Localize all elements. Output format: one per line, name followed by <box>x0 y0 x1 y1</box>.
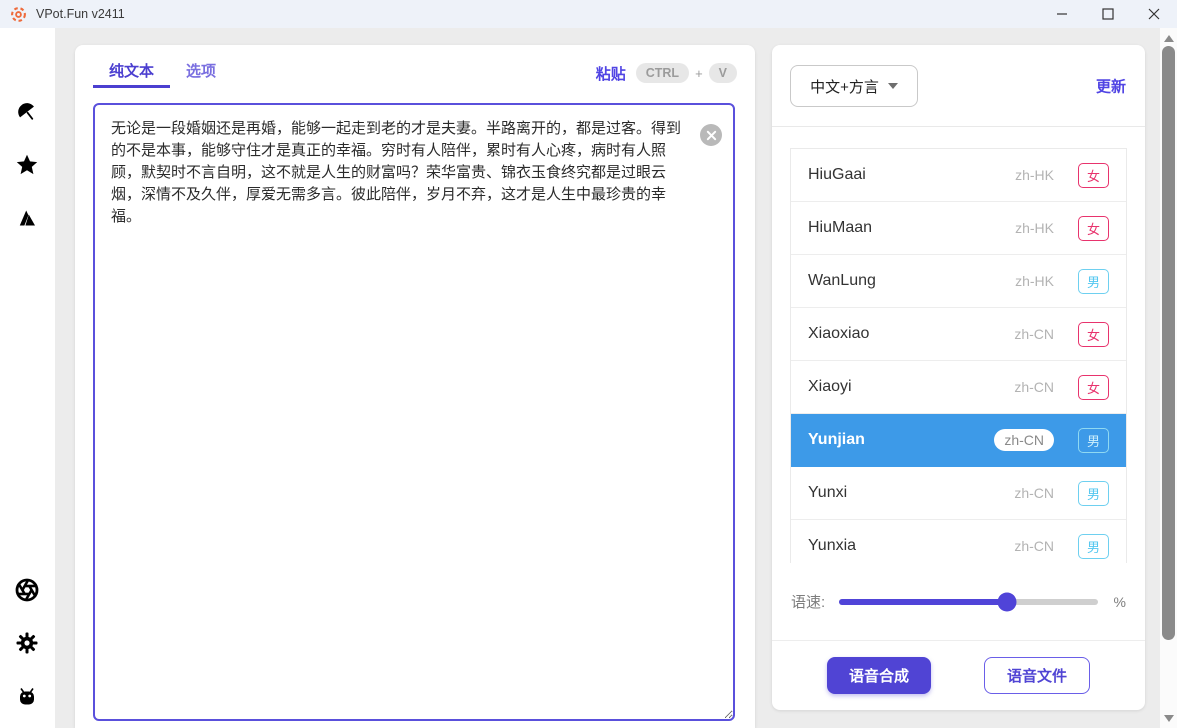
voice-row-hiumaan[interactable]: HiuMaanzh-HK 女 <box>791 202 1126 255</box>
voice-locale: zh-HK <box>1015 167 1054 183</box>
chevron-down-icon <box>888 83 898 89</box>
voice-locale: zh-CN <box>1014 326 1054 342</box>
voice-panel-header: 中文+方言 更新 <box>772 45 1145 127</box>
voice-locale: zh-HK <box>1015 220 1054 236</box>
scrollbar-thumb[interactable] <box>1162 46 1175 640</box>
voice-name: HiuGaai <box>808 166 1015 184</box>
voice-row-xiaoxiao[interactable]: Xiaoxiaozh-CN 女 <box>791 308 1126 361</box>
voice-name: HiuMaan <box>808 219 1015 237</box>
voice-locale: zh-CN <box>1014 485 1054 501</box>
tab-options[interactable]: 选项 <box>170 58 232 88</box>
voice-gender-badge: 男 <box>1078 269 1109 294</box>
voice-locale: zh-CN <box>1014 379 1054 395</box>
voice-file-button[interactable]: 语音文件 <box>984 657 1090 694</box>
voice-gender-badge: 男 <box>1078 481 1109 506</box>
app-logo-icon <box>10 6 27 23</box>
tab-plain-text[interactable]: 纯文本 <box>93 58 170 88</box>
voice-gender-badge: 女 <box>1078 375 1109 400</box>
voice-list: HiuGaaizh-HK女HiuMaanzh-HK女WanLungzh-HK男X… <box>790 148 1127 563</box>
speed-section: 语速: % <box>772 563 1145 640</box>
voice-gender-badge: 女 <box>1078 216 1109 241</box>
umbrella-icon[interactable] <box>15 100 39 124</box>
language-select[interactable]: 中文+方言 <box>790 65 918 107</box>
window-controls <box>1039 0 1177 28</box>
maximize-button[interactable] <box>1085 0 1131 28</box>
voice-gender-badge: 女 <box>1078 163 1109 188</box>
aperture-icon[interactable] <box>15 578 39 602</box>
voice-name: WanLung <box>808 272 1015 290</box>
voice-name: Yunxi <box>808 484 1014 502</box>
voice-row-yunxia[interactable]: Yunxiazh-CN 男 <box>791 520 1126 563</box>
titlebar: VPot.Fun v2411 <box>0 0 1177 28</box>
voice-gender-badge: 男 <box>1078 428 1109 453</box>
window-scrollbar[interactable] <box>1160 28 1177 728</box>
speed-slider-fill <box>839 599 1007 605</box>
speed-slider-thumb[interactable] <box>998 592 1017 611</box>
sidebar <box>0 28 55 728</box>
voice-row-yunjian[interactable]: Yunjianzh-CN 男 <box>791 414 1126 467</box>
voice-row-xiaoyi[interactable]: Xiaoyizh-CN 女 <box>791 361 1126 414</box>
speed-label: 语速: <box>791 591 825 612</box>
voice-locale: zh-CN <box>1014 538 1054 554</box>
text-input[interactable]: 无论是一段婚姻还是再婚，能够一起走到老的才是夫妻。半路离开的，都是过客。得到的不… <box>93 103 735 721</box>
main-region: 纯文本 选项 粘贴 CTRL + V 无论是一段婚姻还是再婚，能够一起走到老的才… <box>55 28 1177 728</box>
voice-name: Xiaoxiao <box>808 325 1014 343</box>
scrollbar-up-arrow[interactable] <box>1160 30 1177 46</box>
ctrl-key-pill: CTRL <box>636 63 689 83</box>
minimize-button[interactable] <box>1039 0 1085 28</box>
app-body: 纯文本 选项 粘贴 CTRL + V 无论是一段婚姻还是再婚，能够一起走到老的才… <box>0 28 1177 728</box>
language-select-value: 中文+方言 <box>810 76 879 97</box>
action-buttons: 语音合成 语音文件 <box>772 640 1145 710</box>
voice-gender-badge: 女 <box>1078 322 1109 347</box>
paste-hint: 粘贴 CTRL + V <box>596 58 737 88</box>
plus-sign: + <box>695 66 703 81</box>
speed-slider[interactable] <box>839 599 1097 605</box>
voice-panel: 中文+方言 更新 HiuGaaizh-HK女HiuMaanzh-HK女WanLu… <box>772 45 1145 710</box>
refresh-link[interactable]: 更新 <box>1096 75 1126 96</box>
window-title: VPot.Fun v2411 <box>36 7 125 21</box>
paste-label[interactable]: 粘贴 <box>596 63 626 84</box>
robot-icon[interactable] <box>15 684 39 708</box>
voice-name: Yunxia <box>808 537 1014 555</box>
gear-icon[interactable] <box>15 631 39 655</box>
close-button[interactable] <box>1131 0 1177 28</box>
voice-name: Xiaoyi <box>808 378 1014 396</box>
editor-wrapper: 无论是一段婚姻还是再婚，能够一起走到老的才是夫妻。半路离开的，都是过客。得到的不… <box>93 103 735 721</box>
voice-gender-badge: 男 <box>1078 534 1109 559</box>
voice-row-wanlung[interactable]: WanLungzh-HK 男 <box>791 255 1126 308</box>
speed-unit: % <box>1114 594 1126 610</box>
voice-row-hiugaai[interactable]: HiuGaaizh-HK 女 <box>791 149 1126 202</box>
voice-row-yunxi[interactable]: Yunxizh-CN 男 <box>791 467 1126 520</box>
star-icon[interactable] <box>15 153 39 177</box>
tab-bar: 纯文本 选项 粘贴 CTRL + V <box>93 58 737 88</box>
mountain-icon[interactable] <box>15 206 39 230</box>
synthesize-button[interactable]: 语音合成 <box>827 657 931 694</box>
clear-text-button[interactable] <box>700 124 722 146</box>
voice-locale: zh-HK <box>1015 273 1054 289</box>
v-key-pill: V <box>709 63 737 83</box>
editor-panel: 纯文本 选项 粘贴 CTRL + V 无论是一段婚姻还是再婚，能够一起走到老的才… <box>75 45 755 728</box>
voice-locale: zh-CN <box>994 429 1054 451</box>
scrollbar-down-arrow[interactable] <box>1160 710 1177 726</box>
voice-name: Yunjian <box>808 431 994 449</box>
